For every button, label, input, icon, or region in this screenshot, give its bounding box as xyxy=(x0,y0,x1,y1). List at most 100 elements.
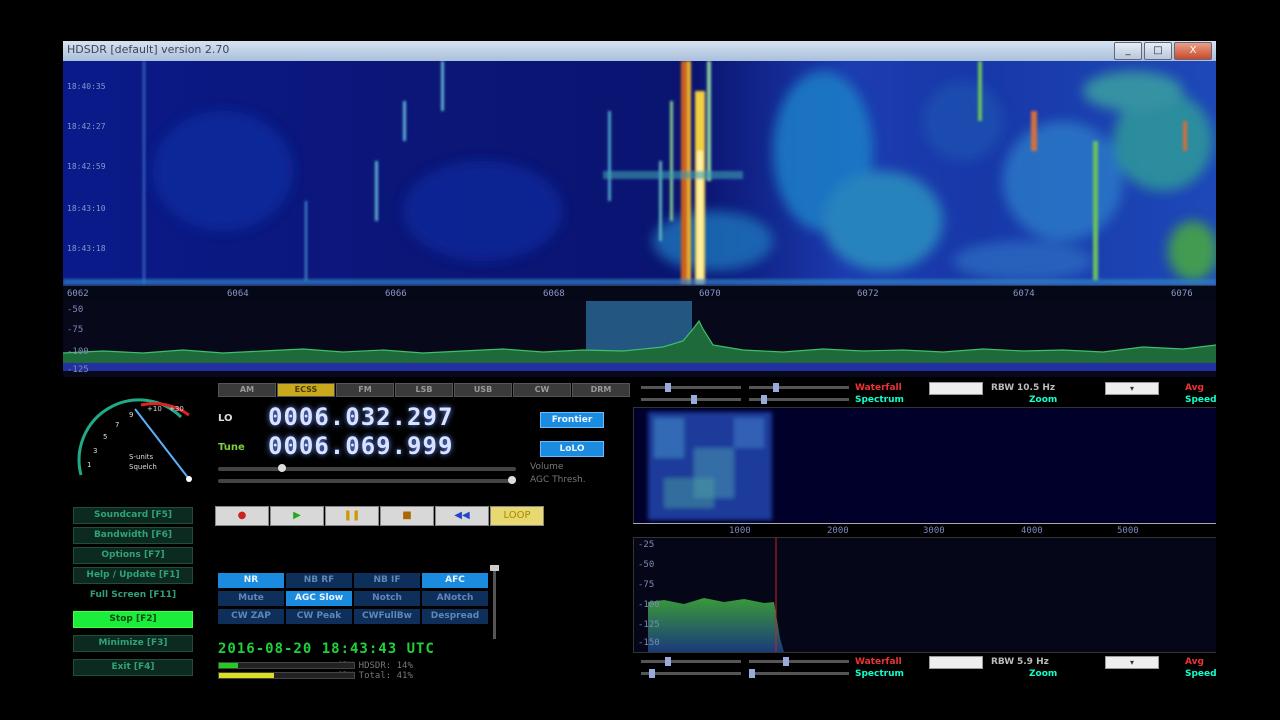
cw-zap-button[interactable]: CW ZAP xyxy=(218,609,284,624)
utc-clock: 2016-08-20 18:43:43 UTC xyxy=(218,641,435,657)
cpu-hdsdr-fill xyxy=(219,663,238,668)
smeter-scale: +10 xyxy=(147,405,162,413)
stop-playback-button[interactable]: ■ xyxy=(380,506,434,526)
smeter-scale: 7 xyxy=(115,421,119,429)
time-label: 18:40:35 xyxy=(67,82,106,91)
freq-tick: 6074 xyxy=(1013,289,1035,299)
freq-tick: 6068 xyxy=(543,289,565,299)
dsp-slider-knob[interactable] xyxy=(490,565,499,571)
mode-cw-button[interactable]: CW xyxy=(513,383,571,397)
audio-spec-slider-1[interactable] xyxy=(641,395,741,404)
rbw-select[interactable]: ▾ xyxy=(1105,656,1159,669)
audio-spec-slider-3[interactable] xyxy=(641,669,741,678)
options-button[interactable]: Options [F7] xyxy=(73,547,193,564)
afc-button[interactable]: AFC xyxy=(422,573,488,588)
maximize-button[interactable]: □ xyxy=(1144,42,1172,60)
audio-freq-tick: 3000 xyxy=(923,526,945,536)
rf-spectrum[interactable]: -50 -75 -100 -125 xyxy=(63,301,1216,377)
rewind-button[interactable]: ◀◀ xyxy=(435,506,489,526)
minimize-button[interactable]: _ xyxy=(1114,42,1142,60)
audio-wf-slider-1[interactable] xyxy=(641,383,741,392)
bandwidth-button[interactable]: Bandwidth [F6] xyxy=(73,527,193,544)
mode-am-button[interactable]: AM xyxy=(218,383,276,397)
slider-knob[interactable] xyxy=(773,383,779,392)
main-waterfall[interactable]: 18:40:35 18:42:27 18:42:59 18:43:10 18:4… xyxy=(63,61,1216,285)
mode-fm-button[interactable]: FM xyxy=(336,383,394,397)
minimize-app-button[interactable]: Minimize [F3] xyxy=(73,635,193,652)
nr-button[interactable]: NR xyxy=(218,573,284,588)
cwfullbw-button[interactable]: CWFullBw xyxy=(354,609,420,624)
help-update-button[interactable]: Help / Update [F1] xyxy=(73,567,193,584)
frequency-axis[interactable]: 6062 6064 6066 6068 6070 6072 6074 6076 xyxy=(63,285,1216,302)
slider-knob[interactable] xyxy=(691,395,697,404)
control-panel: 1 3 5 7 9 +10 +30 S-units Squelch Soundc… xyxy=(63,379,633,681)
audio-spec-slider-4[interactable] xyxy=(749,669,849,678)
exit-button[interactable]: Exit [F4] xyxy=(73,659,193,676)
cpu-total-bar xyxy=(218,672,355,679)
mode-ecss-button[interactable]: ECSS xyxy=(277,383,335,397)
smeter-scale: 1 xyxy=(87,461,91,469)
smeter-scale: 5 xyxy=(103,433,107,441)
lo-frequency-display[interactable]: 0006.032.297 xyxy=(268,403,453,431)
audio-waterfall[interactable] xyxy=(633,407,1216,525)
audio-freq-tick: 5000 xyxy=(1117,526,1139,536)
mode-lsb-button[interactable]: LSB xyxy=(395,383,453,397)
freq-tick: 6062 xyxy=(67,289,89,299)
slider-knob[interactable] xyxy=(783,657,789,666)
audio-frequency-axis[interactable]: 1000 2000 3000 4000 5000 xyxy=(633,523,1216,538)
wf-range-box[interactable] xyxy=(929,656,983,669)
rbw-select[interactable]: ▾ xyxy=(1105,382,1159,395)
frontier-button[interactable]: Frontier xyxy=(540,412,604,428)
audio-spectrum[interactable]: -25 -50 -75 -100 -125 -150 xyxy=(633,537,1216,653)
mode-drm-button[interactable]: DRM xyxy=(572,383,630,397)
zoom-label: Zoom xyxy=(1029,669,1058,679)
slider-knob[interactable] xyxy=(665,383,671,392)
avg-label: Avg xyxy=(1185,657,1204,667)
nb-if-button[interactable]: NB IF xyxy=(354,573,420,588)
volume-slider-knob[interactable] xyxy=(278,464,286,472)
play-button[interactable]: ▶ xyxy=(270,506,324,526)
pause-button[interactable]: ❚❚ xyxy=(325,506,379,526)
lolo-button[interactable]: LoLO xyxy=(540,441,604,457)
audio-wf-slider-2[interactable] xyxy=(749,383,849,392)
audio-wf-slider-3[interactable] xyxy=(641,657,741,666)
db-tick: -100 xyxy=(67,347,89,357)
title-bar[interactable]: HDSDR [default] version 2.70 _ □ X xyxy=(63,41,1216,61)
despread-button[interactable]: Despread xyxy=(422,609,488,624)
cpu-total-fill xyxy=(219,673,275,678)
slider-knob[interactable] xyxy=(665,657,671,666)
anotch-button[interactable]: ANotch xyxy=(422,591,488,606)
freq-tick: 6070 xyxy=(699,289,721,299)
nb-rf-button[interactable]: NB RF xyxy=(286,573,352,588)
agc-threshold-slider[interactable] xyxy=(218,476,516,484)
audio-wf-slider-4[interactable] xyxy=(749,657,849,666)
stop-button[interactable]: Stop [F2] xyxy=(73,611,193,628)
agc-slider-knob[interactable] xyxy=(508,476,516,484)
agc-slow-button[interactable]: AGC Slow xyxy=(286,591,352,606)
tune-frequency-display[interactable]: 0006.069.999 xyxy=(268,432,453,460)
slider-knob[interactable] xyxy=(761,395,767,404)
dsp-buttons: NR NB RF NB IF AFC Mute AGC Slow Notch A… xyxy=(218,573,488,624)
dsp-vertical-slider[interactable] xyxy=(490,565,499,639)
soundcard-button[interactable]: Soundcard [F5] xyxy=(73,507,193,524)
slider-knob[interactable] xyxy=(649,669,655,678)
freq-tick: 6064 xyxy=(227,289,249,299)
slider-knob[interactable] xyxy=(749,669,755,678)
cw-peak-button[interactable]: CW Peak xyxy=(286,609,352,624)
wf-range-box[interactable] xyxy=(929,382,983,395)
audio-controls-bottom: Waterfall Spectrum RBW 5.9 Hz Zoom ▾ Avg… xyxy=(633,655,1216,679)
loop-button[interactable]: LOOP xyxy=(490,506,544,526)
audio-controls-top: Waterfall Spectrum RBW 10.5 Hz Zoom ▾ Av… xyxy=(633,381,1216,405)
audio-freq-tick: 4000 xyxy=(1021,526,1043,536)
freq-tick: 6066 xyxy=(385,289,407,299)
close-button[interactable]: X xyxy=(1174,42,1212,60)
notch-button[interactable]: Notch xyxy=(354,591,420,606)
volume-slider[interactable] xyxy=(218,464,516,472)
time-label: 18:43:18 xyxy=(67,244,106,253)
mode-usb-button[interactable]: USB xyxy=(454,383,512,397)
mute-button[interactable]: Mute xyxy=(218,591,284,606)
audio-spec-slider-2[interactable] xyxy=(749,395,849,404)
full-screen-button[interactable]: Full Screen [F11] xyxy=(73,587,193,604)
record-button[interactable]: ● xyxy=(215,506,269,526)
speed-label: Speed xyxy=(1185,395,1216,405)
